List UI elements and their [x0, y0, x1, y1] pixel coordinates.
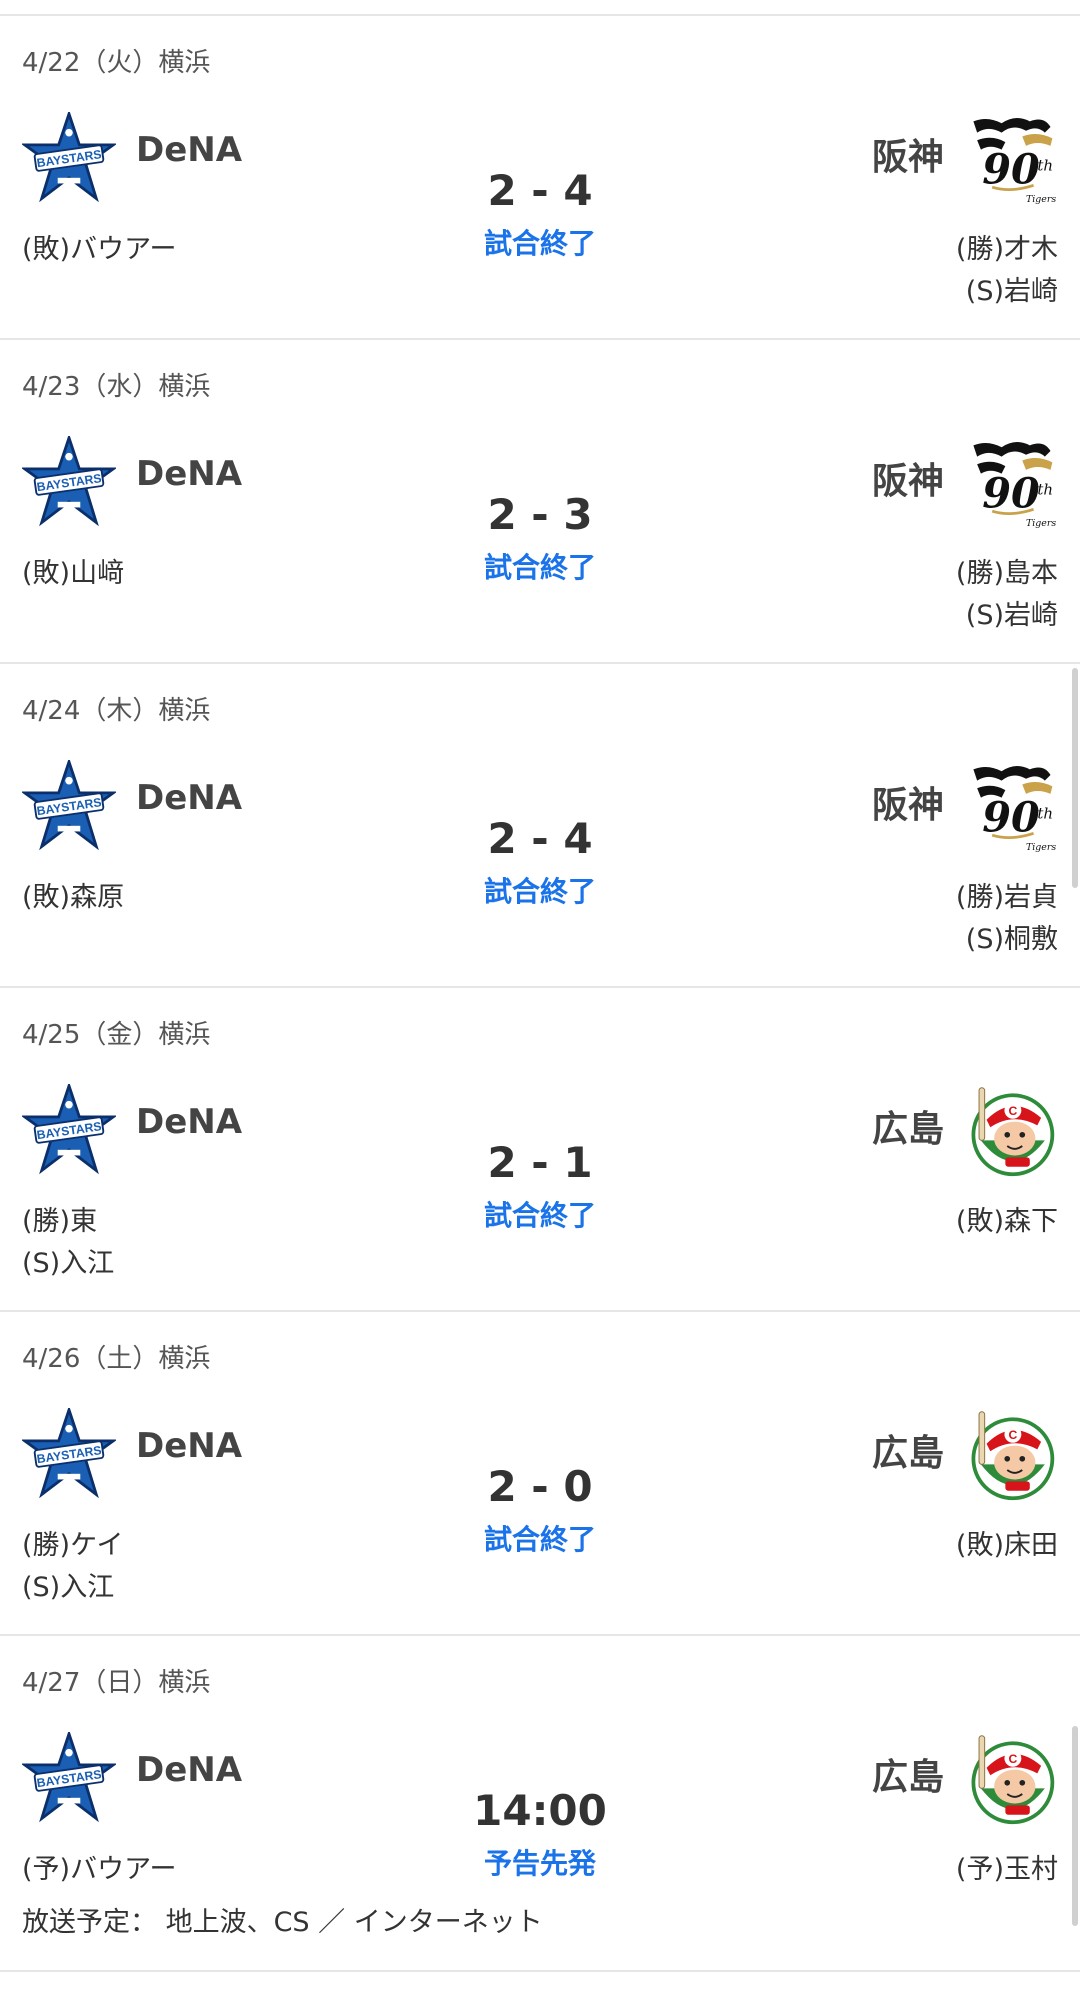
away-pitchers: (勝)岩貞 (S)桐敷 — [956, 877, 1058, 961]
pitcher-entry: (予)玉村 — [955, 1854, 1058, 1885]
home-team-name[interactable]: DeNA — [136, 778, 242, 818]
game-date: 4/22（火）横浜 — [22, 48, 211, 78]
game-score: 2 - 1 — [487, 1138, 593, 1187]
pitcher-entry: (敗)バウアー — [22, 234, 177, 265]
game-score: 2 - 4 — [487, 814, 593, 863]
game-date: 4/24（木）横浜 — [22, 696, 211, 726]
away-pitchers: (勝)島本 (S)岩崎 — [956, 553, 1058, 637]
home-pitchers: (勝)東 (S)入江 — [22, 1201, 114, 1285]
game-date: 4/23（水）横浜 — [22, 372, 211, 402]
home-pitchers: (敗)森原 — [22, 877, 124, 919]
game-date: 4/25（金）横浜 — [22, 1020, 211, 1050]
pitcher-entry: (勝)才木 — [955, 234, 1058, 265]
home-team-name[interactable]: DeNA — [136, 454, 242, 494]
pitcher-entry: (S)岩崎 — [965, 276, 1058, 307]
game-status-link[interactable]: 試合終了 — [0, 870, 1080, 910]
home-team-name[interactable]: DeNA — [136, 1426, 242, 1466]
game-card[interactable]: 4/23（水）横浜 DeNA 阪神 2 - 3 試合終了 (敗)山﨑 (勝)島本 (S)岩崎 — [0, 340, 1080, 664]
home-team-name[interactable]: DeNA — [136, 1750, 242, 1790]
pitcher-entry: (S)桐敷 — [965, 924, 1058, 955]
away-pitchers: (敗)森下 — [956, 1201, 1058, 1243]
pitcher-entry: (勝)島本 — [955, 558, 1058, 589]
pitcher-entry: (勝)東 — [22, 1206, 98, 1237]
game-status-link[interactable]: 試合終了 — [0, 546, 1080, 586]
game-status-link[interactable]: 試合終了 — [0, 1518, 1080, 1558]
home-pitchers: (予)バウアー — [22, 1849, 176, 1891]
pitcher-entry: (敗)山﨑 — [22, 558, 125, 589]
away-pitchers: (敗)床田 — [956, 1525, 1058, 1567]
game-score: 14:00 — [473, 1786, 607, 1835]
game-date: 4/26（土）横浜 — [22, 1344, 211, 1374]
home-pitchers: (敗)山﨑 — [22, 553, 124, 595]
game-score: 2 - 0 — [487, 1462, 593, 1511]
game-date: 4/27（日）横浜 — [22, 1668, 211, 1698]
game-score: 2 - 3 — [487, 490, 593, 539]
game-card[interactable]: 4/26（土）横浜 DeNA 広島 2 - 0 試合終了 (勝)ケイ (S)入江 (敗)床田 — [0, 1312, 1080, 1636]
away-pitchers: (勝)才木 (S)岩崎 — [956, 229, 1058, 313]
home-pitchers: (敗)バウアー — [22, 229, 176, 271]
pitcher-entry: (S)岩崎 — [965, 600, 1058, 631]
home-team-name[interactable]: DeNA — [136, 1102, 242, 1142]
pitcher-entry: (S)入江 — [22, 1572, 115, 1603]
pitcher-entry: (勝)ケイ — [22, 1530, 124, 1561]
home-pitchers: (勝)ケイ (S)入江 — [22, 1525, 124, 1609]
game-status-link[interactable]: 試合終了 — [0, 1194, 1080, 1234]
broadcast-info: 放送予定： 地上波、CS ／ インターネット — [22, 1907, 543, 1938]
home-team-name[interactable]: DeNA — [136, 130, 242, 170]
game-card[interactable]: 4/25（金）横浜 DeNA 広島 2 - 1 試合終了 (勝)東 (S)入江 (敗)森下 — [0, 988, 1080, 1312]
pitcher-entry: (敗)森下 — [955, 1206, 1058, 1237]
pitcher-entry: (敗)森原 — [22, 882, 125, 913]
game-card[interactable]: 4/22（火）横浜 DeNA 阪神 2 - 4 試合終了 (敗)バウアー (勝)才木 (S)岩… — [0, 16, 1080, 340]
pitcher-entry: (勝)岩貞 — [955, 882, 1058, 913]
pitcher-entry: (予)バウアー — [22, 1854, 177, 1885]
game-card[interactable]: 4/27（日）横浜 DeNA 広島 14:00 予告先発 (予)バウアー (予)玉村 放送予定… — [0, 1636, 1080, 1972]
game-card[interactable]: 4/24（木）横浜 DeNA 阪神 2 - 4 試合終了 (敗)森原 (勝)岩貞 (S)桐敷 — [0, 664, 1080, 988]
pitcher-entry: (敗)床田 — [955, 1530, 1058, 1561]
pitcher-entry: (S)入江 — [22, 1248, 115, 1279]
game-score: 2 - 4 — [487, 166, 593, 215]
away-pitchers: (予)玉村 — [956, 1849, 1058, 1891]
